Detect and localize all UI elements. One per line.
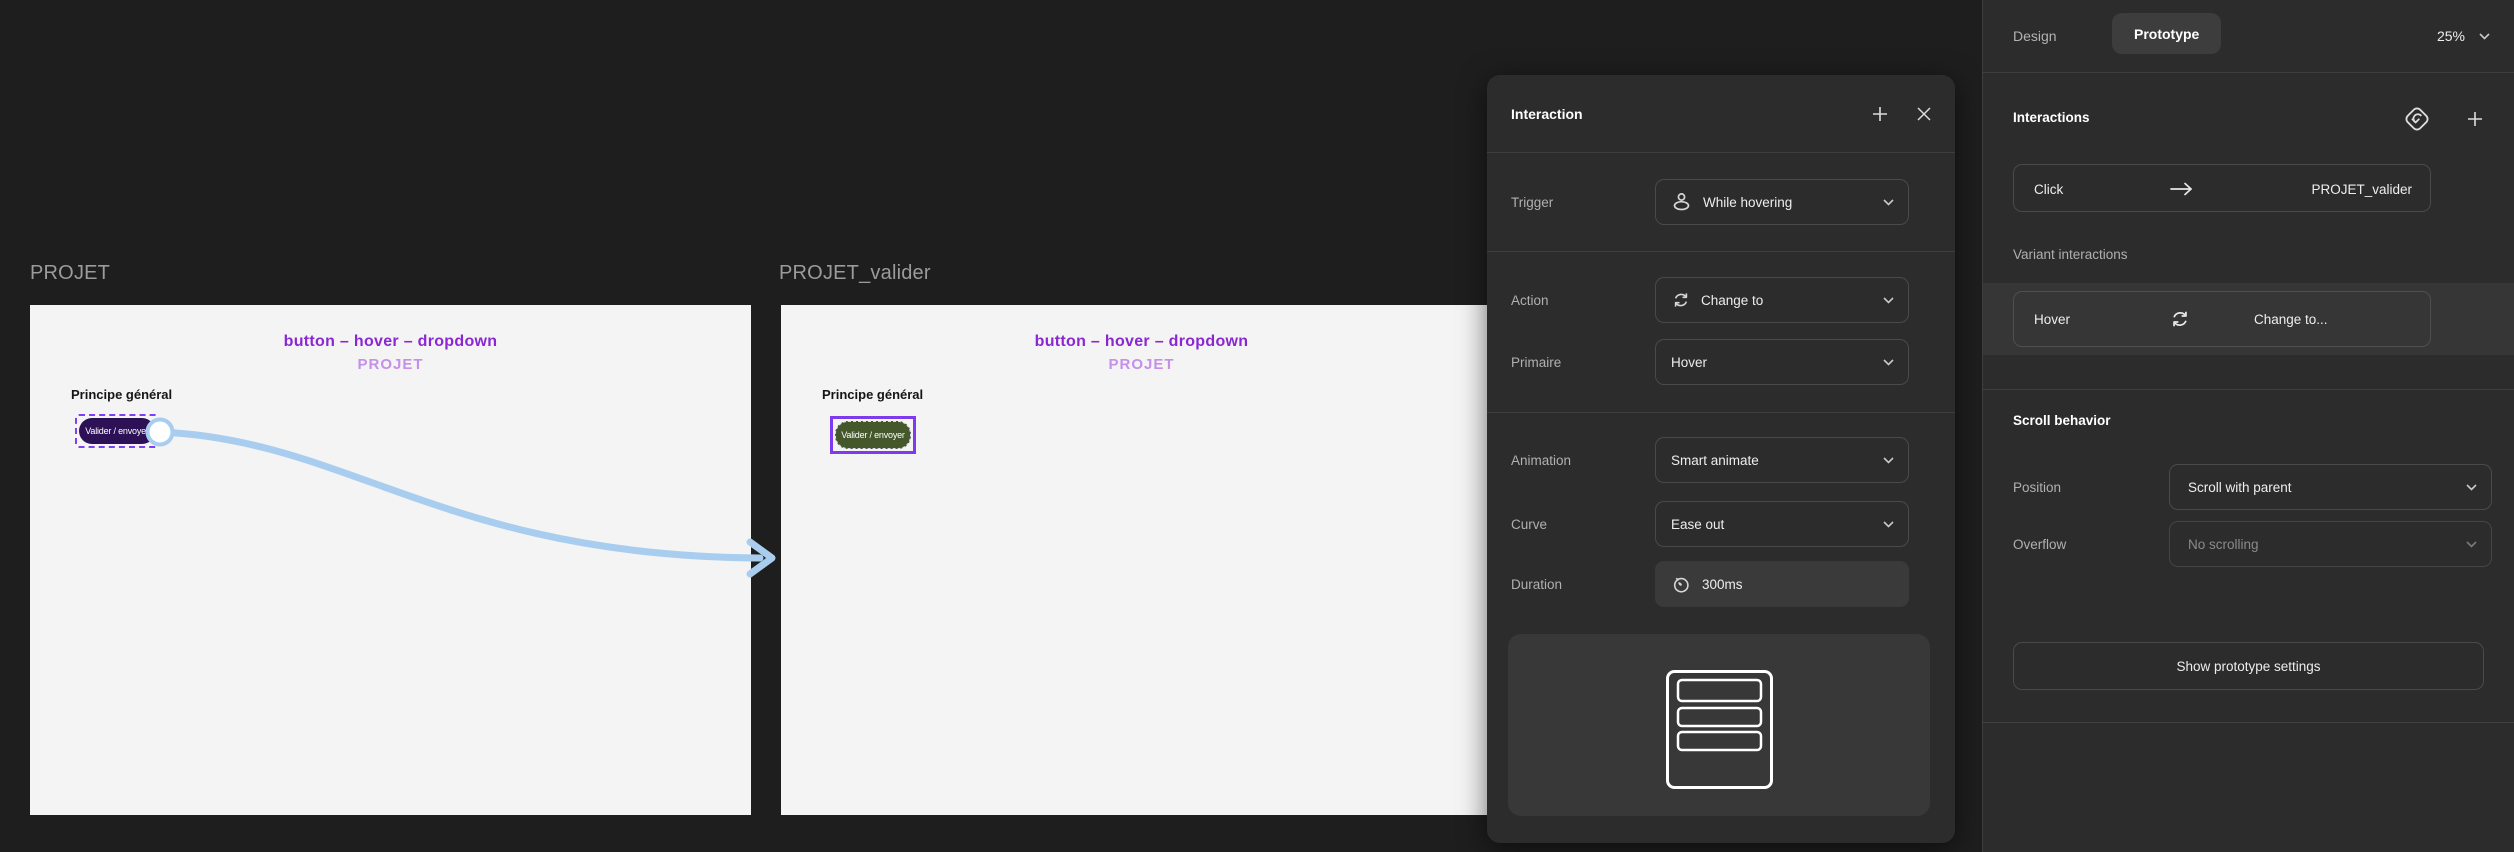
divider [1487,251,1955,252]
interaction-target: PROJET_valider [2311,165,2412,213]
interactions-heading: Interactions [2013,110,2090,125]
swap-icon [2169,292,2191,346]
variant-interactions-heading: Variant interactions [2013,247,2128,262]
plus-icon [2465,109,2485,129]
preview-frame-icon [1666,670,1773,789]
divider [1983,72,2514,73]
frame-subtitle: PROJET [30,356,751,373]
show-prototype-settings-button[interactable]: Show prototype settings [2013,642,2484,690]
close-icon [1915,105,1933,123]
variant-interaction-row-hover[interactable]: Hover Change to... [2013,291,2431,347]
curve-dropdown[interactable]: Ease out [1655,501,1909,547]
frame-projet[interactable]: button – hover – dropdown PROJET Princip… [30,305,751,815]
divider [1983,389,2514,390]
primaire-dropdown[interactable]: Hover [1655,339,1909,385]
action-dropdown[interactable]: Change to [1655,277,1909,323]
duration-input[interactable]: 300ms [1655,561,1909,607]
add-interaction-button[interactable] [1867,101,1893,127]
plus-icon [1870,104,1890,124]
duration-value: 300ms [1702,577,1895,592]
tab-prototype[interactable]: Prototype [2112,13,2221,54]
valider-envoyer-button-hover[interactable]: Valider / envoyer [835,421,911,449]
chevron-down-icon [1883,359,1894,366]
variant-action: Change to... [2254,292,2328,346]
interactions-flow-icon [2400,102,2434,136]
curve-value: Ease out [1671,517,1873,532]
tab-design[interactable]: Design [2013,0,2057,72]
overflow-dropdown[interactable]: No scrolling [2169,521,2492,567]
overflow-label: Overflow [2013,521,2066,567]
divider [1983,722,2514,723]
frame-section-label: Principe général [71,387,172,402]
right-panel: Design Prototype 25% Interactions [1982,0,2514,852]
animation-preview[interactable] [1508,634,1930,816]
add-interaction-button[interactable] [2462,106,2488,132]
position-dropdown[interactable]: Scroll with parent [2169,464,2492,510]
duration-label: Duration [1511,561,1562,607]
zoom-level-value: 25% [2437,28,2465,44]
divider [1487,152,1955,153]
position-label: Position [2013,464,2061,510]
frame-label-projet-valider[interactable]: PROJET_valider [779,262,931,285]
close-dialog-button[interactable] [1911,101,1937,127]
interactions-flow-button[interactable] [2398,100,2436,138]
animation-value: Smart animate [1671,453,1873,468]
valider-button-selection: Valider / envoyer [830,416,916,454]
valider-button-selection: Valider / envoyer [75,414,159,448]
animation-label: Animation [1511,437,1571,483]
while-hovering-icon [1671,191,1693,213]
change-to-swap-icon [1671,290,1691,310]
figma-prototype-workspace: PROJET button – hover – dropdown PROJET … [0,0,2514,852]
interaction-row-click[interactable]: Click PROJET_valider [2013,164,2431,212]
valider-envoyer-button[interactable]: Valider / envoyer [79,418,155,444]
stopwatch-icon [1670,573,1692,595]
trigger-dropdown[interactable]: While hovering [1655,179,1909,225]
dialog-title: Interaction [1511,75,1583,152]
primaire-label: Primaire [1511,339,1561,385]
chevron-down-icon [2479,33,2490,40]
trigger-label: Trigger [1511,179,1553,225]
action-value: Change to [1701,293,1873,308]
chevron-down-icon [1883,297,1894,304]
primaire-value: Hover [1671,355,1873,370]
frame-title: button – hover – dropdown [781,333,1502,351]
animation-dropdown[interactable]: Smart animate [1655,437,1909,483]
chevron-down-icon [1883,457,1894,464]
frame-projet-valider[interactable]: button – hover – dropdown PROJET Princip… [781,305,1502,815]
zoom-level-selector[interactable]: 25% [2437,0,2490,72]
frame-label-projet[interactable]: PROJET [30,262,110,285]
interaction-trigger: Click [2034,165,2063,213]
divider [1487,412,1955,413]
variant-trigger: Hover [2034,292,2070,346]
interaction-dialog: Interaction Trigger While hovering [1487,75,1955,843]
overflow-value: No scrolling [2188,537,2456,552]
chevron-down-icon [1883,521,1894,528]
trigger-value: While hovering [1703,195,1873,210]
action-label: Action [1511,277,1549,323]
chevron-down-icon [2466,484,2477,491]
frame-section-label: Principe général [822,387,923,402]
frame-subtitle: PROJET [781,356,1502,373]
right-arrow-icon [2169,165,2193,213]
frame-title: button – hover – dropdown [30,333,751,351]
scroll-behavior-heading: Scroll behavior [2013,413,2111,428]
position-value: Scroll with parent [2188,480,2456,495]
chevron-down-icon [1883,199,1894,206]
curve-label: Curve [1511,501,1547,547]
chevron-down-icon [2466,541,2477,548]
